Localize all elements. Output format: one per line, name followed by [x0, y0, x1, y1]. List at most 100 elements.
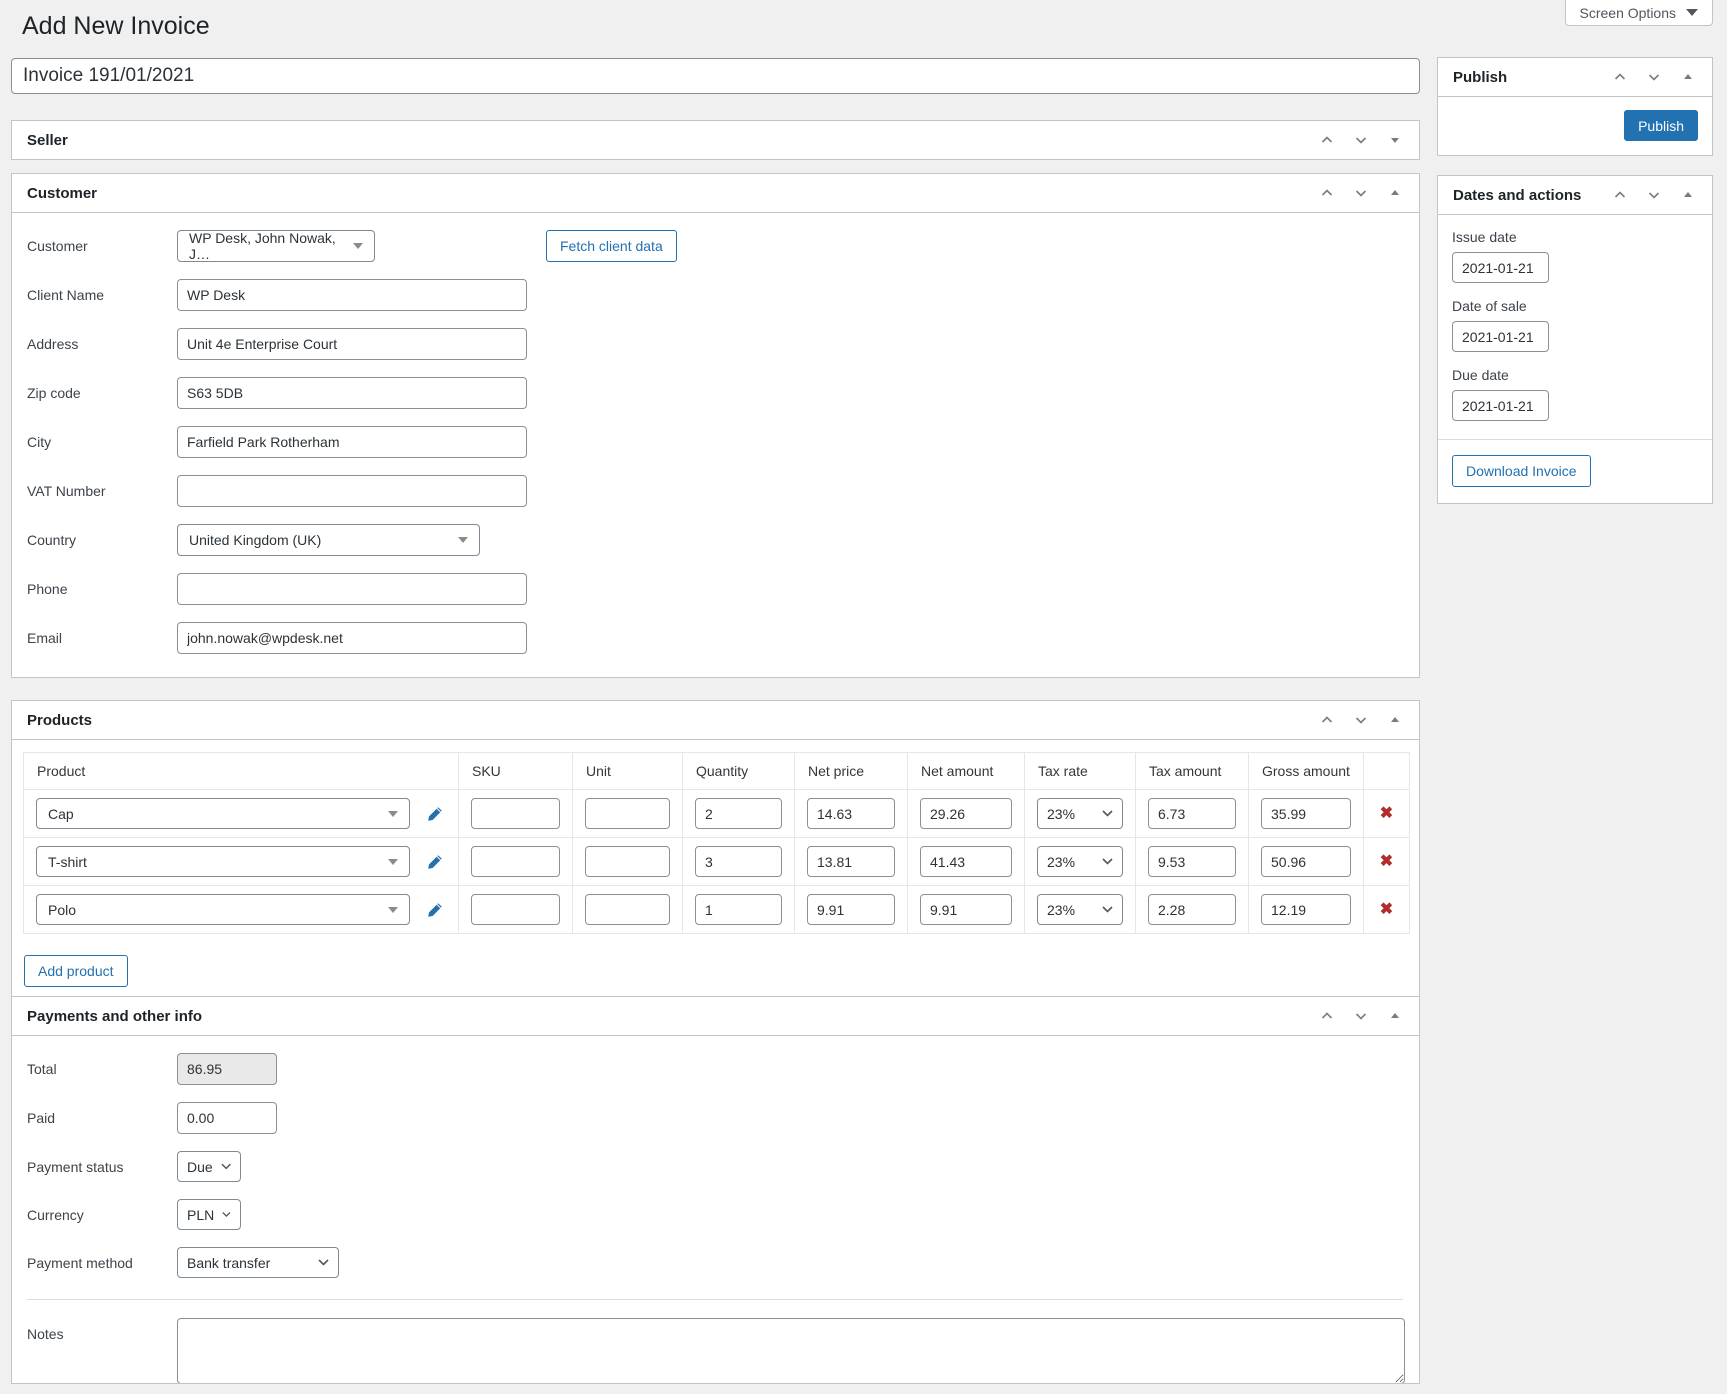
col-header-sku: SKU — [458, 752, 573, 790]
net-amount-input[interactable] — [920, 798, 1012, 829]
gross-amount-input[interactable] — [1261, 798, 1351, 829]
move-down-icon[interactable] — [1351, 710, 1371, 730]
paid-input[interactable] — [177, 1102, 277, 1134]
currency-label: Currency — [27, 1206, 84, 1223]
issue-date-input[interactable] — [1452, 252, 1549, 283]
delete-row-icon[interactable]: ✖ — [1380, 854, 1393, 870]
move-down-icon[interactable] — [1644, 67, 1664, 87]
customer-panel-header[interactable]: Customer — [12, 174, 1419, 213]
screen-options-button[interactable]: Screen Options — [1564, 0, 1713, 26]
quantity-input[interactable] — [695, 798, 782, 829]
move-down-icon[interactable] — [1644, 185, 1664, 205]
product-select[interactable]: Cap — [36, 798, 410, 829]
products-panel-header[interactable]: Products — [12, 701, 1419, 740]
product-select-value: Cap — [48, 805, 74, 822]
move-down-icon[interactable] — [1351, 130, 1371, 150]
product-select[interactable]: Polo — [36, 894, 410, 925]
city-input[interactable] — [177, 426, 527, 458]
payment-status-select[interactable]: Due — [177, 1151, 241, 1182]
net-amount-input[interactable] — [920, 894, 1012, 925]
net-price-input[interactable] — [807, 894, 895, 925]
move-down-icon[interactable] — [1351, 183, 1371, 203]
payment-method-select[interactable]: Bank transfer — [177, 1247, 339, 1278]
add-product-button[interactable]: Add product — [24, 955, 128, 987]
toggle-panel-icon[interactable] — [1385, 1006, 1405, 1026]
col-header-tax-rate: Tax rate — [1024, 752, 1136, 790]
tax-amount-input[interactable] — [1148, 894, 1236, 925]
sku-input[interactable] — [471, 846, 560, 877]
unit-input[interactable] — [585, 798, 670, 829]
delete-row-icon[interactable]: ✖ — [1380, 902, 1393, 918]
vat-number-input[interactable] — [177, 475, 527, 507]
tax-rate-select[interactable]: 23% — [1037, 798, 1123, 829]
payments-panel-header[interactable]: Payments and other info — [12, 997, 1419, 1036]
client-name-input[interactable] — [177, 279, 527, 311]
edit-pencil-icon[interactable] — [424, 803, 446, 825]
due-date-input[interactable] — [1452, 390, 1549, 421]
chevron-down-icon — [1102, 858, 1113, 865]
toggle-panel-icon[interactable] — [1385, 183, 1405, 203]
city-label: City — [27, 434, 52, 450]
date-of-sale-input[interactable] — [1452, 321, 1549, 352]
customer-select[interactable]: WP Desk, John Nowak, J… — [177, 230, 375, 262]
toggle-panel-icon[interactable] — [1678, 67, 1698, 87]
move-up-icon[interactable] — [1317, 130, 1337, 150]
move-up-icon[interactable] — [1317, 183, 1337, 203]
tax-rate-select[interactable]: 23% — [1037, 846, 1123, 877]
sku-input[interactable] — [471, 798, 560, 829]
publish-button[interactable]: Publish — [1624, 110, 1698, 141]
col-header-quantity: Quantity — [682, 752, 795, 790]
chevron-down-icon — [1102, 810, 1113, 817]
quantity-input[interactable] — [695, 846, 782, 877]
chevron-down-icon — [318, 1259, 329, 1266]
zip-code-input[interactable] — [177, 377, 527, 409]
phone-input[interactable] — [177, 573, 527, 605]
fetch-client-data-button[interactable]: Fetch client data — [546, 230, 677, 262]
dates-actions-panel-title: Dates and actions — [1453, 186, 1582, 204]
tax-rate-value: 23% — [1047, 805, 1076, 822]
net-price-input[interactable] — [807, 846, 895, 877]
customer-panel: Customer Customer WP Desk, John Nowak, J… — [11, 173, 1420, 678]
product-select-value: Polo — [48, 901, 77, 918]
edit-pencil-icon[interactable] — [424, 899, 446, 921]
payment-method-label: Payment method — [27, 1254, 133, 1271]
address-input[interactable] — [177, 328, 527, 360]
move-up-icon[interactable] — [1317, 710, 1337, 730]
edit-pencil-icon[interactable] — [424, 851, 446, 873]
tax-amount-input[interactable] — [1148, 846, 1236, 877]
invoice-title-input[interactable] — [11, 58, 1420, 94]
paid-label: Paid — [27, 1110, 56, 1126]
seller-panel-header[interactable]: Seller — [12, 121, 1419, 159]
net-price-input[interactable] — [807, 798, 895, 829]
move-up-icon[interactable] — [1610, 67, 1630, 87]
move-up-icon[interactable] — [1317, 1006, 1337, 1026]
product-select[interactable]: T-shirt — [36, 846, 410, 877]
gross-amount-input[interactable] — [1261, 846, 1351, 877]
toggle-panel-icon[interactable] — [1385, 710, 1405, 730]
sku-input[interactable] — [471, 894, 560, 925]
net-amount-input[interactable] — [920, 846, 1012, 877]
product-row: T-shirt 3 13.81 41.43 23% 9.53 50.96 ✖ — [23, 837, 1410, 886]
country-select[interactable]: United Kingdom (UK) — [177, 524, 480, 556]
col-header-net-price: Net price — [794, 752, 908, 790]
quantity-input[interactable] — [695, 894, 782, 925]
toggle-panel-icon[interactable] — [1385, 130, 1405, 150]
download-invoice-button[interactable]: Download Invoice — [1452, 455, 1591, 487]
tax-amount-input[interactable] — [1148, 798, 1236, 829]
toggle-panel-icon[interactable] — [1678, 185, 1698, 205]
unit-input[interactable] — [585, 894, 670, 925]
gross-amount-input[interactable] — [1261, 894, 1351, 925]
tax-rate-select[interactable]: 23% — [1037, 894, 1123, 925]
move-down-icon[interactable] — [1351, 1006, 1371, 1026]
dates-actions-panel-header[interactable]: Dates and actions — [1438, 176, 1712, 215]
delete-row-icon[interactable]: ✖ — [1380, 806, 1393, 822]
email-input[interactable] — [177, 622, 527, 654]
currency-select[interactable]: PLN — [177, 1199, 241, 1230]
dropdown-triangle-icon — [353, 243, 363, 249]
products-table-header-row: Product SKU Unit Quantity Net price Net … — [23, 752, 1410, 790]
move-up-icon[interactable] — [1610, 185, 1630, 205]
dropdown-triangle-icon — [388, 810, 398, 817]
publish-panel-header[interactable]: Publish — [1438, 58, 1712, 97]
notes-textarea[interactable] — [177, 1318, 1405, 1383]
unit-input[interactable] — [585, 846, 670, 877]
